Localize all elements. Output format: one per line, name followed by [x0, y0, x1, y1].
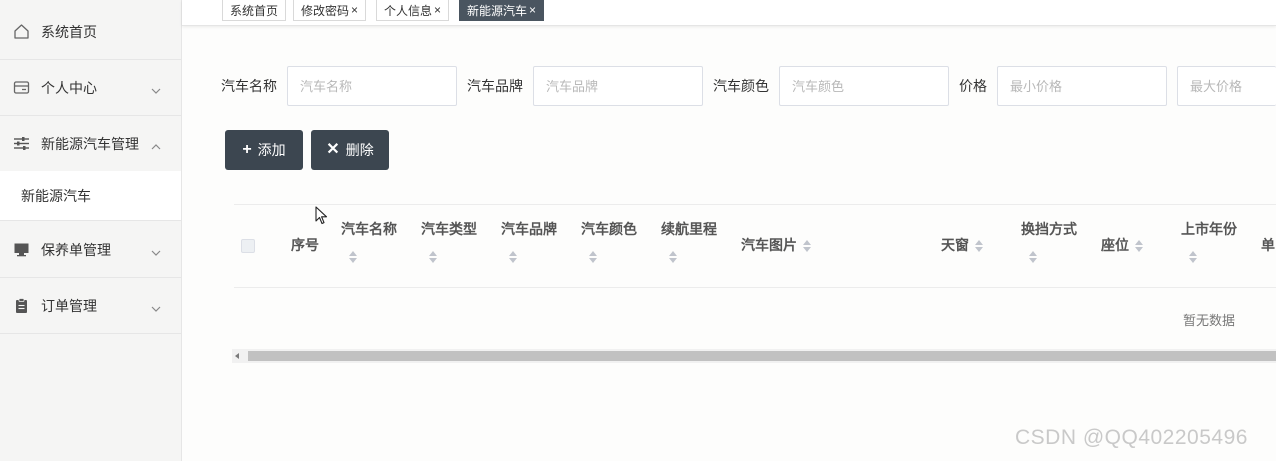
sliders-icon	[12, 135, 30, 153]
sidebar-item-label: 个人中心	[41, 79, 97, 96]
column-header-sunroof[interactable]: 天窗	[941, 237, 983, 253]
column-header-index[interactable]: 序号	[291, 237, 319, 253]
close-icon[interactable]: ×	[434, 3, 441, 17]
chevron-down-icon	[151, 301, 161, 312]
column-label: 序号	[291, 237, 319, 253]
car-color-label: 汽车颜色	[713, 78, 769, 94]
sort-icon[interactable]	[1189, 251, 1197, 263]
scrollbar-thumb[interactable]	[248, 351, 1276, 361]
app-root: 系统首页 个人中心 新能源汽车管理 新能源汽车 保养单管理 订单管理 系统首页 …	[0, 0, 1276, 461]
close-icon: ✕	[326, 141, 340, 158]
car-name-input[interactable]	[287, 66, 457, 106]
column-header-car-type[interactable]: 汽车类型	[421, 221, 477, 237]
sidebar-item-label: 保养单管理	[41, 241, 111, 258]
column-label: 天窗	[941, 237, 969, 253]
column-header-car-name[interactable]: 汽车名称	[341, 221, 397, 237]
tab-label: 新能源汽车	[467, 3, 528, 18]
sidebar-item-orders[interactable]: 订单管理	[0, 278, 181, 334]
tab-personal-info[interactable]: 个人信息 ×	[376, 0, 450, 21]
sidebar-item-label: 订单管理	[41, 297, 97, 314]
max-price-input[interactable]	[1177, 66, 1276, 106]
car-name-label: 汽车名称	[221, 78, 277, 94]
select-all-checkbox[interactable]	[241, 239, 255, 253]
scroll-left-icon[interactable]	[235, 353, 239, 359]
tab-label: 修改密码	[301, 3, 350, 18]
sort-icon[interactable]	[349, 251, 357, 263]
sort-icon[interactable]	[509, 251, 517, 263]
sort-icon[interactable]	[803, 240, 811, 253]
car-color-input[interactable]	[779, 66, 949, 106]
sort-icon[interactable]	[975, 240, 983, 253]
plus-icon: +	[242, 141, 252, 158]
empty-state-text: 暂无数据	[1183, 313, 1236, 328]
watermark-text: CSDN @QQ402205496	[1015, 426, 1248, 449]
column-header-car-color[interactable]: 汽车颜色	[581, 221, 637, 237]
close-icon[interactable]: ×	[351, 3, 358, 17]
tab-change-password[interactable]: 修改密码 ×	[293, 0, 367, 21]
sidebar-item-label: 系统首页	[41, 23, 97, 40]
tab-bar: 系统首页 修改密码 × 个人信息 × 新能源汽车 ×	[182, 0, 1276, 26]
delete-button-label: 删除	[345, 142, 374, 158]
sort-icon[interactable]	[1135, 240, 1143, 253]
column-header-partial[interactable]: 单	[1261, 237, 1275, 253]
sort-icon[interactable]	[589, 251, 597, 263]
sort-icon[interactable]	[669, 251, 677, 263]
table-header-top-border	[234, 204, 1276, 205]
add-button-label: 添加	[257, 142, 286, 158]
sidebar-subitem-ev[interactable]: 新能源汽车	[0, 171, 181, 221]
sidebar: 系统首页 个人中心 新能源汽车管理 新能源汽车 保养单管理 订单管理	[0, 0, 182, 461]
monitor-icon	[12, 241, 30, 259]
tab-label: 系统首页	[230, 3, 279, 18]
delete-button[interactable]: ✕ 删除	[311, 130, 389, 170]
column-header-seats[interactable]: 座位	[1101, 237, 1143, 253]
sidebar-item-personal-center[interactable]: 个人中心	[0, 60, 181, 116]
sort-icon[interactable]	[1029, 251, 1037, 263]
add-button[interactable]: + 添加	[225, 130, 303, 170]
chevron-down-icon	[151, 245, 161, 256]
mouse-cursor-icon	[315, 206, 328, 225]
tab-ev[interactable]: 新能源汽车 ×	[459, 0, 545, 21]
column-header-car-image[interactable]: 汽车图片	[741, 237, 811, 253]
chevron-down-icon	[151, 83, 161, 94]
column-label: 汽车图片	[741, 237, 797, 253]
card-icon	[12, 79, 30, 97]
clipboard-icon	[12, 297, 30, 315]
tab-home[interactable]: 系统首页	[222, 0, 287, 21]
tab-label: 个人信息	[384, 3, 433, 18]
table-header-bottom-border	[234, 287, 1276, 288]
column-header-range[interactable]: 续航里程	[661, 221, 717, 237]
sidebar-item-maintenance[interactable]: 保养单管理	[0, 222, 181, 278]
sidebar-subitem-label: 新能源汽车	[21, 187, 91, 204]
chevron-up-icon	[151, 139, 161, 149]
column-label: 座位	[1101, 237, 1129, 253]
min-price-input[interactable]	[997, 66, 1167, 106]
close-icon[interactable]: ×	[529, 3, 536, 17]
car-brand-label: 汽车品牌	[467, 78, 523, 94]
sidebar-item-home[interactable]: 系统首页	[0, 4, 181, 60]
column-header-launch-year[interactable]: 上市年份	[1181, 221, 1237, 237]
car-brand-input[interactable]	[533, 66, 703, 106]
sort-icon[interactable]	[429, 251, 437, 263]
sidebar-item-ev-management[interactable]: 新能源汽车管理	[0, 116, 181, 172]
horizontal-scrollbar[interactable]	[232, 349, 1276, 363]
home-icon	[12, 23, 30, 41]
column-header-car-brand[interactable]: 汽车品牌	[501, 221, 557, 237]
column-header-transmission[interactable]: 换挡方式	[1021, 221, 1077, 237]
sidebar-item-label: 新能源汽车管理	[41, 135, 139, 152]
price-label: 价格	[959, 78, 987, 94]
